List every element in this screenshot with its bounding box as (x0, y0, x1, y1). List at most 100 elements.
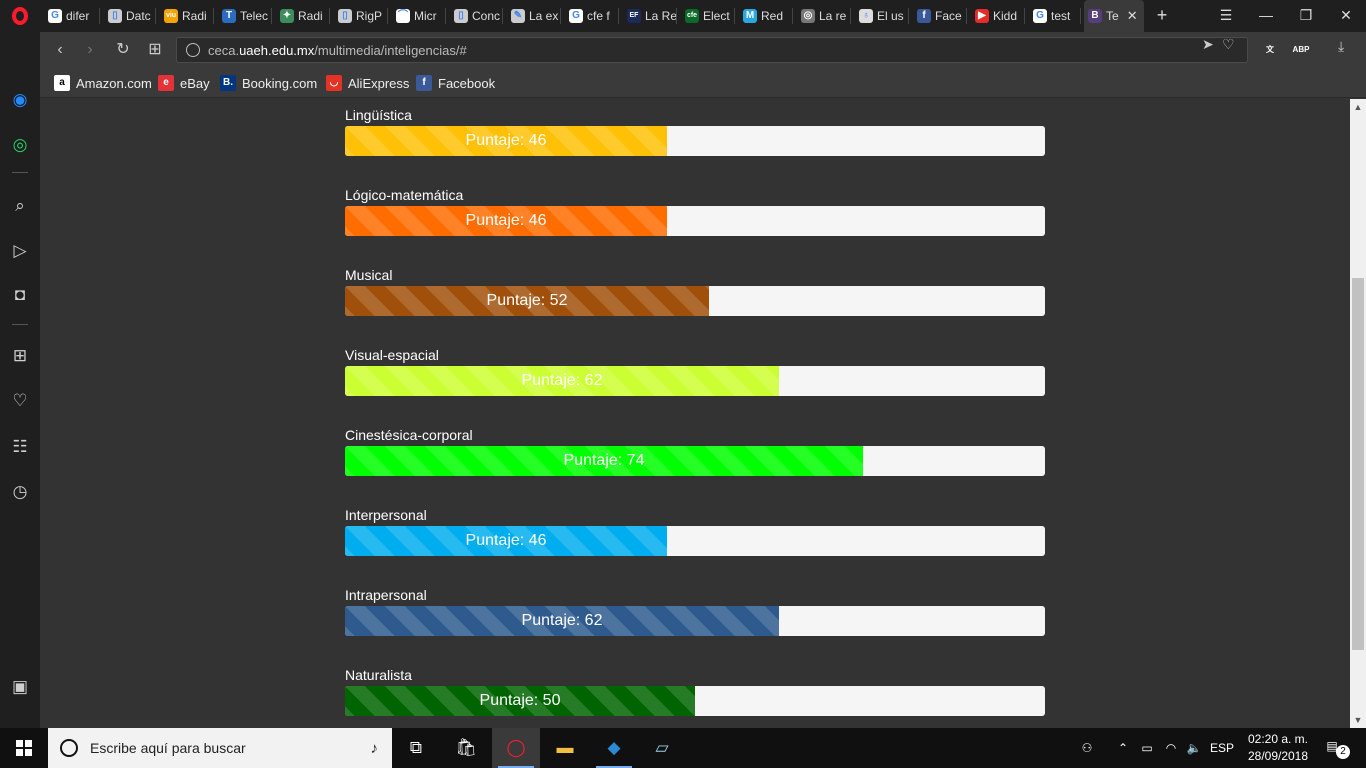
heart-bookmark-icon[interactable]: ♡ (1222, 36, 1235, 53)
camera-icon[interactable]: ◘ (8, 283, 32, 307)
news-icon[interactable]: ☷ (8, 435, 32, 459)
tab-title: Red (761, 9, 784, 23)
address-bar: ‹ › ↻ ⊞ ceca.uaeh.edu.mx/multimedia/inte… (40, 32, 1366, 68)
browser-tab[interactable]: ✎ La ex (507, 4, 561, 28)
tab-title: Radi (182, 9, 207, 23)
new-tab-button[interactable]: + (1152, 4, 1172, 26)
bulb-icon: ♁ (859, 9, 873, 23)
tab-title: Micr (414, 9, 437, 23)
wifi-icon[interactable]: ◠ (1161, 728, 1181, 768)
page-scrollbar[interactable]: ▲ ▼ (1350, 99, 1366, 728)
bookmark-aliexpress[interactable]: ◡ AliExpress (326, 74, 409, 92)
browser-tab[interactable]: ◎ La re (797, 4, 851, 28)
store-icon[interactable]: 🛍 (442, 728, 490, 768)
intelligence-row: Interpersonal Puntaje: 46 (345, 506, 1045, 556)
tab-separator (155, 8, 156, 24)
url-field[interactable]: ceca.uaeh.edu.mx/multimedia/inteligencia… (176, 37, 1248, 63)
progress-track: Puntaje: 46 (345, 206, 1045, 236)
browser-tab[interactable]: ✦ Radi (276, 4, 330, 28)
tab-separator (618, 8, 619, 24)
whatsapp-icon[interactable]: ◎ (8, 133, 32, 157)
browser-tab[interactable]: M Red (739, 4, 793, 28)
tab-title: RigP (356, 9, 383, 23)
progress-bar-fill: Puntaje: 46 (345, 126, 667, 156)
file-explorer-icon[interactable]: ▬ (541, 728, 589, 768)
browser-tab[interactable]: Gdifer (44, 4, 100, 28)
progress-track: Puntaje: 74 (345, 446, 1045, 476)
browser-tab[interactable]: EF La Re (623, 4, 677, 28)
tab-separator (502, 8, 503, 24)
tab-title: Datc (126, 9, 151, 23)
ef-icon: EF (627, 9, 641, 23)
battery-icon[interactable]: ▭ (1137, 728, 1157, 768)
taskbar-search-box[interactable]: Escribe aquí para buscar ♪ (48, 728, 392, 768)
vscode-icon[interactable]: ◆ (590, 728, 638, 768)
progress-track: Puntaje: 62 (345, 366, 1045, 396)
opera-menu-button[interactable] (0, 0, 40, 32)
language-indicator[interactable]: ESP (1207, 728, 1237, 768)
sidebar-toggle-icon[interactable]: ▣ (8, 675, 32, 699)
progress-track: Puntaje: 46 (345, 526, 1045, 556)
volume-icon[interactable]: 🔈 (1183, 728, 1205, 768)
forward-button[interactable]: › (78, 38, 102, 62)
history-icon[interactable]: ◷ (8, 480, 32, 504)
intelligence-label: Visual-espacial (345, 347, 439, 363)
progress-bar-fill: Puntaje: 62 (345, 606, 779, 636)
tab-title: Face (935, 9, 962, 23)
heart-icon[interactable]: ♡ (8, 389, 32, 413)
progress-bar-fill: Puntaje: 46 (345, 206, 667, 236)
microphone-icon[interactable]: ♪ (371, 740, 379, 757)
opera-taskbar-icon[interactable]: ◯ (492, 728, 540, 768)
tray-chevron-icon[interactable]: ⌃ (1114, 728, 1132, 768)
cfe-icon: cfe (685, 9, 699, 23)
adblock-plus-icon[interactable]: ABP (1292, 41, 1310, 59)
task-view-icon[interactable]: ⧉ (392, 728, 440, 768)
browser-tab[interactable]: T Telec (218, 4, 272, 28)
browser-tab[interactable]: ♁ El us (855, 4, 909, 28)
tab-menu-icon[interactable]: ☰ (1206, 0, 1246, 30)
scroll-thumb[interactable] (1352, 278, 1364, 650)
browser-tab[interactable]: ⌒ Micr (392, 4, 446, 28)
speed-dial-icon[interactable]: ⊞ (143, 38, 167, 62)
tab-title: Kidd (993, 9, 1018, 23)
browser-tab[interactable]: B Te ✕ (1084, 0, 1144, 32)
send-icon[interactable]: ➤ (1202, 36, 1214, 53)
browser-tab[interactable]: cfe Elect (681, 4, 735, 28)
bookmark-facebook[interactable]: f Facebook (416, 74, 495, 92)
browser-tab[interactable]: ▶ Kidd (971, 4, 1025, 28)
messenger-icon[interactable]: ◉ (8, 88, 32, 112)
bookmark-bookingcom[interactable]: B. Booking.com (220, 74, 317, 92)
restore-button[interactable]: ❐ (1286, 0, 1326, 30)
search-placeholder: Escribe aquí para buscar (90, 740, 246, 756)
browser-tab[interactable]: ▯ RigP (334, 4, 388, 28)
minimize-button[interactable]: — (1246, 0, 1286, 30)
translate-extension-icon[interactable]: 文 (1261, 41, 1279, 59)
people-icon[interactable]: ⚇ (1076, 728, 1098, 768)
browser-tab[interactable]: Gcfe f (565, 4, 619, 28)
browser-tab[interactable]: f Face (913, 4, 967, 28)
browser-tab[interactable]: viu Radi (160, 4, 214, 28)
clock[interactable]: 02:20 a. m. 28/09/2018 (1236, 731, 1320, 765)
action-center-button[interactable]: ▤ 2 (1320, 728, 1360, 768)
speed-dial-icon[interactable]: ⊞ (8, 344, 32, 368)
back-button[interactable]: ‹ (48, 38, 72, 62)
google-icon: G (569, 9, 583, 23)
browser-tab[interactable]: ▯ Conc (450, 4, 503, 28)
reload-button[interactable]: ↻ (111, 38, 135, 62)
scroll-up-arrow[interactable]: ▲ (1350, 99, 1366, 115)
download-icon[interactable]: ⤓ (1338, 38, 1344, 55)
start-button[interactable] (0, 728, 48, 768)
scroll-down-arrow[interactable]: ▼ (1350, 712, 1366, 728)
tab-title: Te (1106, 9, 1119, 23)
notepad-icon[interactable]: ▱ (638, 728, 686, 768)
bookmark-amazoncom[interactable]: a Amazon.com (54, 74, 152, 92)
tab-title: Radi (298, 9, 323, 23)
close-tab-icon[interactable]: ✕ (1127, 8, 1138, 24)
send-icon[interactable]: ▷ (8, 239, 32, 263)
browser-tab[interactable]: ▯ Datc (104, 4, 156, 28)
browser-tab[interactable]: Gtest (1029, 4, 1081, 28)
close-window-button[interactable]: ✕ (1326, 0, 1366, 30)
ebay-icon: e (158, 75, 174, 91)
search-icon[interactable]: ⌕ (8, 194, 32, 218)
bookmark-ebay[interactable]: e eBay (158, 74, 210, 92)
